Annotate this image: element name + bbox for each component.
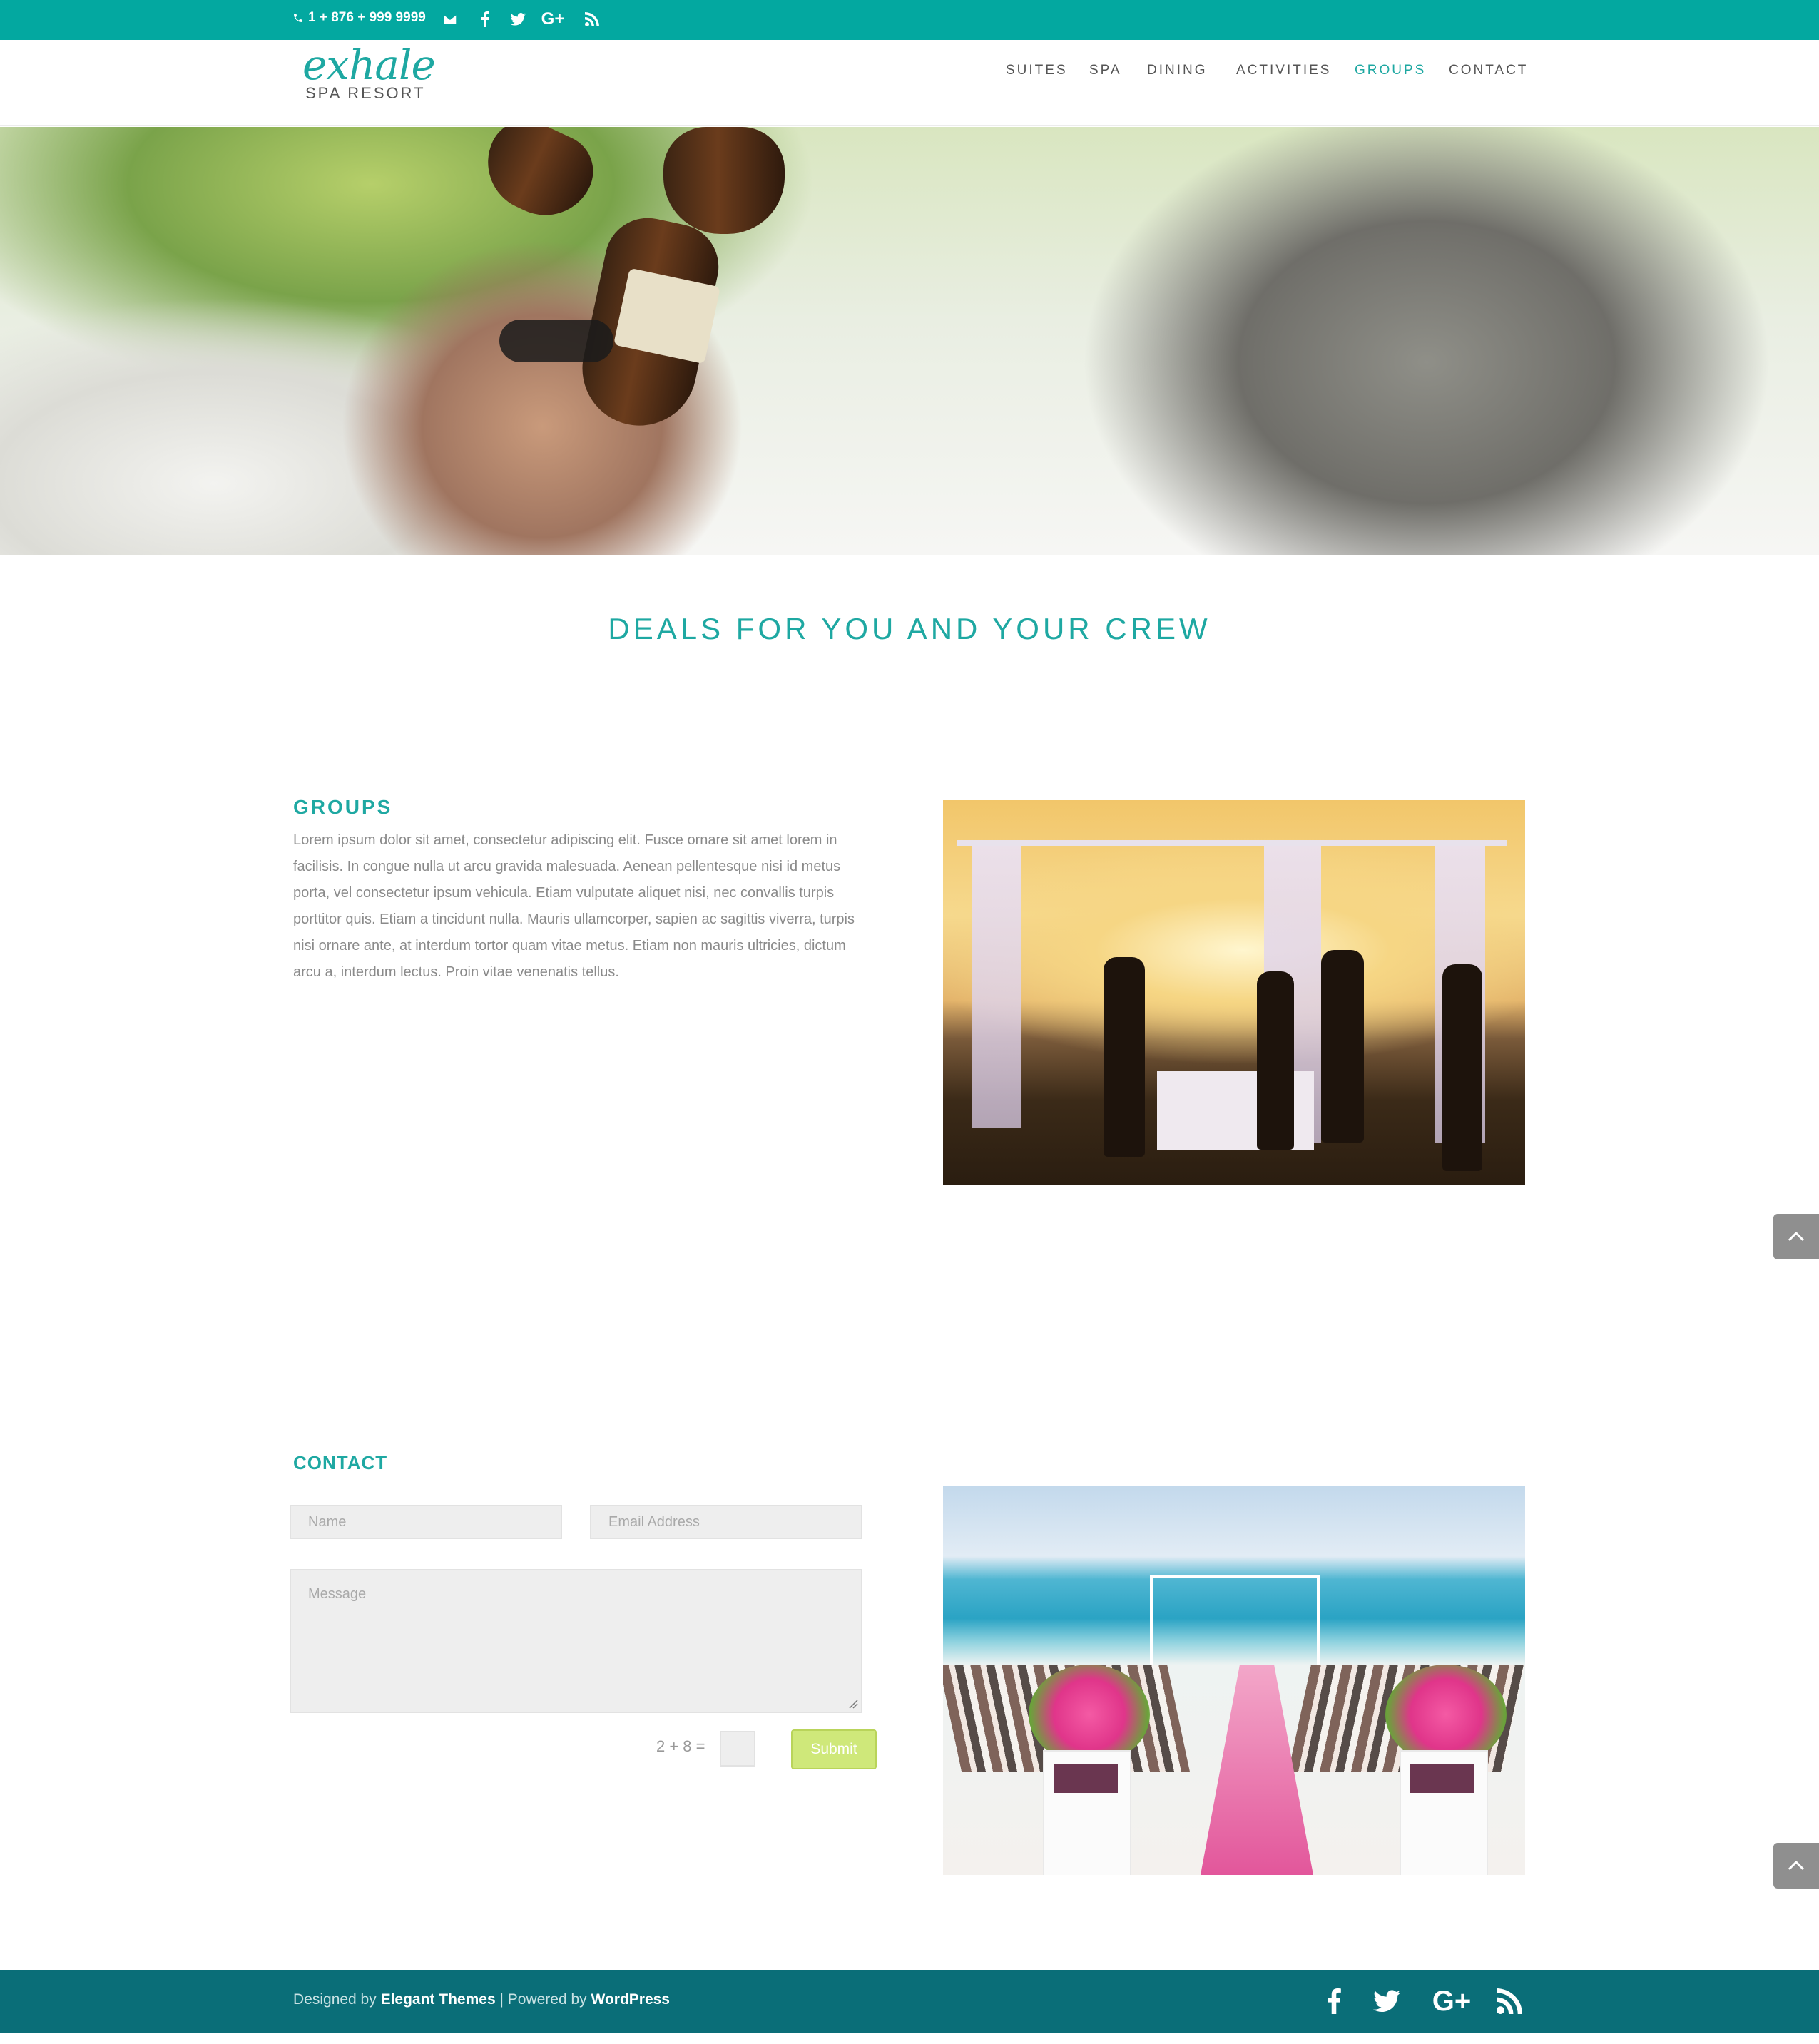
elegant-themes-link[interactable]: Elegant Themes [381, 1991, 496, 2008]
powered-by-text: | Powered by [495, 1991, 591, 2008]
chevron-up-icon [1788, 1860, 1805, 1871]
twitter-icon[interactable] [1371, 1986, 1402, 2017]
top-bar [0, 0, 1819, 40]
google-plus-icon[interactable]: G+ [541, 7, 565, 31]
nav-activities[interactable]: ACTIVITIES [1236, 63, 1331, 78]
site-header [0, 40, 1819, 126]
groups-description: Lorem ipsum dolor sit amet, consectetur … [293, 832, 855, 980]
google-plus-icon[interactable]: G+ [1427, 1986, 1477, 2017]
person-silhouette [1321, 950, 1364, 1143]
phone-number[interactable]: 1 + 876 + 999 9999 [292, 10, 426, 26]
rss-icon[interactable] [580, 7, 604, 31]
email-field[interactable]: Email Address [590, 1505, 862, 1539]
nav-suites[interactable]: SUITES [1006, 63, 1068, 78]
hero-image [0, 127, 1819, 555]
groups-image [943, 800, 1525, 1185]
contact-heading: CONTACT [293, 1452, 388, 1473]
facebook-icon[interactable] [473, 7, 497, 31]
nav-contact[interactable]: CONTACT [1449, 63, 1528, 78]
sign [1410, 1764, 1474, 1793]
phone-icon [294, 14, 302, 22]
bottle [472, 127, 606, 232]
facebook-icon[interactable] [1318, 1986, 1350, 2017]
groups-heading: GROUPS [293, 796, 393, 818]
nav-groups[interactable]: GROUPS [1355, 63, 1426, 78]
section-title: DEALS FOR YOU AND YOUR CREW [608, 612, 1211, 645]
nav-dining[interactable]: DINING [1147, 63, 1208, 78]
chevron-up-icon [1788, 1231, 1805, 1242]
logo-wordmark: exhale [302, 41, 436, 89]
submit-button[interactable]: Submit [791, 1729, 877, 1769]
person-silhouette [1442, 964, 1482, 1171]
back-to-top-button[interactable] [1773, 1843, 1819, 1889]
rss-icon[interactable] [1494, 1986, 1525, 2017]
wedding-image [943, 1486, 1525, 1875]
bottle [663, 127, 785, 234]
flower-arrangement [1385, 1665, 1507, 1764]
wordpress-link[interactable]: WordPress [591, 1991, 671, 2008]
site-logo[interactable]: exhale SPA RESORT [302, 41, 436, 103]
drape [972, 843, 1021, 1128]
message-field[interactable]: Message [290, 1569, 862, 1713]
flower-arrangement [1029, 1665, 1150, 1764]
name-field[interactable]: Name [290, 1505, 562, 1539]
person-silhouette [1257, 971, 1294, 1150]
footer-credits: Designed by Elegant Themes | Powered by … [293, 1991, 670, 2008]
sign [1054, 1764, 1118, 1793]
person-silhouette [1104, 957, 1145, 1157]
twitter-icon[interactable] [506, 7, 530, 31]
captcha-input[interactable] [720, 1731, 755, 1767]
captcha-question: 2 + 8 = [656, 1737, 705, 1755]
wedding-arch [1150, 1575, 1320, 1685]
sunglasses [499, 320, 613, 362]
logo-tagline: SPA RESORT [305, 84, 426, 102]
phone-text: 1 + 876 + 999 9999 [308, 10, 426, 25]
site-footer [0, 1970, 1819, 2033]
designed-by-text: Designed by [293, 1991, 381, 2008]
resize-handle-icon[interactable] [848, 1699, 858, 1709]
canopy-frame [957, 840, 1507, 846]
nav-spa[interactable]: SPA [1089, 63, 1122, 78]
back-to-top-button[interactable] [1773, 1214, 1819, 1259]
mail-icon[interactable] [438, 7, 462, 31]
